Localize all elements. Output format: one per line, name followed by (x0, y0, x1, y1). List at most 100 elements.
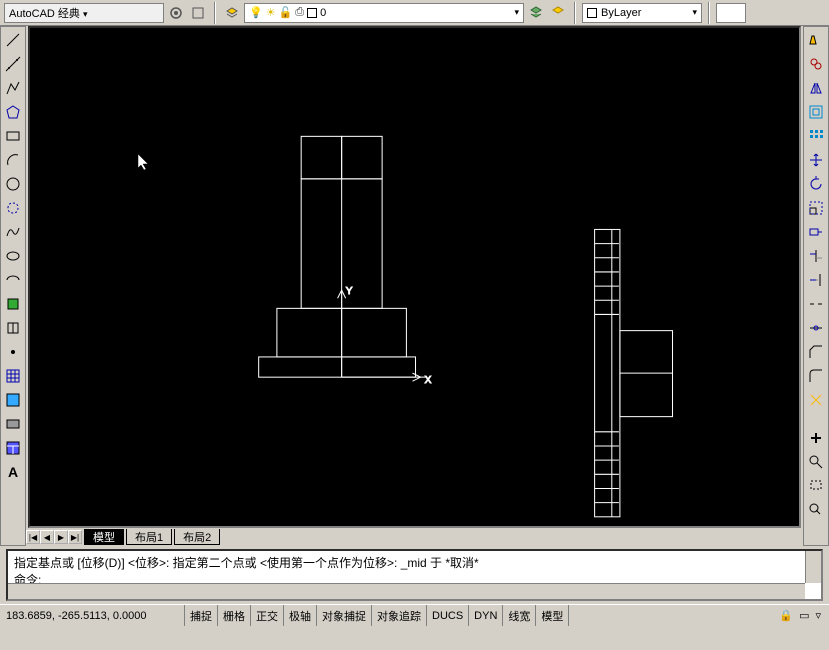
svg-text:Y: Y (346, 286, 353, 297)
array-tool[interactable] (805, 125, 827, 147)
status-polar[interactable]: 极轴 (284, 605, 317, 626)
plot-icon: ⎙ (295, 6, 304, 19)
tab-prev-icon[interactable]: ◀ (40, 530, 54, 544)
layer-states-icon[interactable] (548, 3, 568, 23)
mtext-tool[interactable]: A (2, 461, 24, 483)
layout-tabs: |◀ ◀ ▶ ▶| 模型 布局1 布局2 (26, 528, 803, 546)
modify-toolbar (803, 26, 829, 546)
status-snap[interactable]: 捕捉 (185, 605, 218, 626)
rectangle-tool[interactable] (2, 125, 24, 147)
scrollbar-vertical[interactable] (805, 551, 821, 583)
chevron-down-icon: ▾ (83, 9, 88, 19)
svg-text:X: X (425, 375, 432, 386)
status-lwt[interactable]: 线宽 (503, 605, 536, 626)
color-dropdown[interactable]: ByLayer ▾ (582, 3, 702, 23)
table-tool[interactable] (2, 437, 24, 459)
status-ducs[interactable]: DUCS (427, 605, 469, 626)
scale-tool[interactable] (805, 197, 827, 219)
top-toolbar: AutoCAD 经典 ▾ 💡 ☀ 🔓 ⎙ 0 ▾ ByLayer ▾ (0, 0, 829, 26)
erase-tool[interactable] (805, 29, 827, 51)
move-tool[interactable] (805, 149, 827, 171)
tab-last-icon[interactable]: ▶| (68, 530, 82, 544)
tab-layout2[interactable]: 布局2 (174, 529, 220, 545)
mirror-tool[interactable] (805, 77, 827, 99)
ellipse-arc-tool[interactable] (2, 269, 24, 291)
status-otrack[interactable]: 对象追踪 (372, 605, 427, 626)
layer-dropdown[interactable]: 💡 ☀ 🔓 ⎙ 0 ▾ (244, 3, 524, 23)
linetype-dropdown[interactable] (716, 3, 746, 23)
tab-layout1[interactable]: 布局1 (126, 529, 172, 545)
zoom-window-tool[interactable] (805, 475, 827, 497)
hatch-tool[interactable] (2, 365, 24, 387)
layer-name: 0 (320, 7, 326, 19)
polygon-tool[interactable] (2, 101, 24, 123)
layer-color-swatch (307, 8, 317, 18)
layer-prev-icon[interactable] (526, 3, 546, 23)
xline-tool[interactable] (2, 53, 24, 75)
zoom-tool[interactable] (805, 451, 827, 473)
chevron-down-icon: ▾ (692, 7, 697, 18)
tray-icon[interactable]: ▭ (799, 609, 809, 622)
status-ortho[interactable]: 正交 (251, 605, 284, 626)
break-tool[interactable] (805, 293, 827, 315)
coordinates-readout[interactable]: 183.6859, -265.5113, 0.0000 (0, 605, 185, 626)
make-block-tool[interactable] (2, 317, 24, 339)
tab-first-icon[interactable]: |◀ (26, 530, 40, 544)
lock-icon: 🔓 (279, 6, 293, 19)
drawing-canvas[interactable]: X Y (28, 26, 801, 528)
color-swatch (587, 8, 597, 18)
arc-tool[interactable] (2, 149, 24, 171)
tab-next-icon[interactable]: ▶ (54, 530, 68, 544)
main-area: A X (0, 26, 829, 546)
insert-block-tool[interactable] (2, 293, 24, 315)
status-model[interactable]: 模型 (536, 605, 569, 626)
chamfer-tool[interactable] (805, 341, 827, 363)
region-tool[interactable] (2, 413, 24, 435)
layer-manager-icon[interactable] (222, 3, 242, 23)
lock-icon[interactable]: 🔒 (779, 609, 793, 622)
divider (214, 2, 216, 24)
sun-icon: ☀ (266, 6, 276, 19)
divider (708, 2, 710, 24)
copy-tool[interactable] (805, 53, 827, 75)
spline-tool[interactable] (2, 221, 24, 243)
canvas-wrap: X Y (26, 26, 803, 546)
ellipse-tool[interactable] (2, 245, 24, 267)
gradient-tool[interactable] (2, 389, 24, 411)
status-osnap[interactable]: 对象捕捉 (317, 605, 372, 626)
command-history-line: 指定基点或 [位移(D)] <位移>: 指定第二个点或 <使用第一个点作为位移>… (14, 554, 815, 571)
offset-tool[interactable] (805, 101, 827, 123)
workspace-dropdown[interactable]: AutoCAD 经典 ▾ (4, 3, 164, 23)
tab-model[interactable]: 模型 (84, 529, 124, 545)
explode-tool[interactable] (805, 389, 827, 411)
annotation-icon[interactable]: ▿ (815, 609, 821, 622)
bulb-icon: 💡 (249, 6, 263, 19)
status-dyn[interactable]: DYN (469, 605, 503, 626)
point-tool[interactable] (2, 341, 24, 363)
fillet-tool[interactable] (805, 365, 827, 387)
join-tool[interactable] (805, 317, 827, 339)
gear-icon[interactable] (166, 3, 186, 23)
zoom-prev-tool[interactable] (805, 499, 827, 521)
draw-toolbar: A (0, 26, 26, 546)
status-tray: 🔒 ▭ ▿ (771, 609, 829, 622)
extend-tool[interactable] (805, 269, 827, 291)
polyline-tool[interactable] (2, 77, 24, 99)
rotate-tool[interactable] (805, 173, 827, 195)
settings-icon[interactable] (188, 3, 208, 23)
chevron-down-icon: ▾ (514, 7, 519, 18)
line-tool[interactable] (2, 29, 24, 51)
stretch-tool[interactable] (805, 221, 827, 243)
pan-tool[interactable] (805, 427, 827, 449)
revcloud-tool[interactable] (2, 197, 24, 219)
trim-tool[interactable] (805, 245, 827, 267)
status-grid[interactable]: 栅格 (218, 605, 251, 626)
command-window[interactable]: 指定基点或 [位移(D)] <位移>: 指定第二个点或 <使用第一个点作为位移>… (6, 549, 823, 601)
bylayer-label: ByLayer (601, 7, 641, 19)
cursor-icon (138, 154, 152, 173)
circle-tool[interactable] (2, 173, 24, 195)
status-bar: 183.6859, -265.5113, 0.0000 捕捉 栅格 正交 极轴 … (0, 604, 829, 626)
drawing-content: X Y (30, 28, 799, 526)
scrollbar-horizontal[interactable] (8, 583, 805, 599)
workspace-label: AutoCAD 经典 (9, 8, 80, 20)
